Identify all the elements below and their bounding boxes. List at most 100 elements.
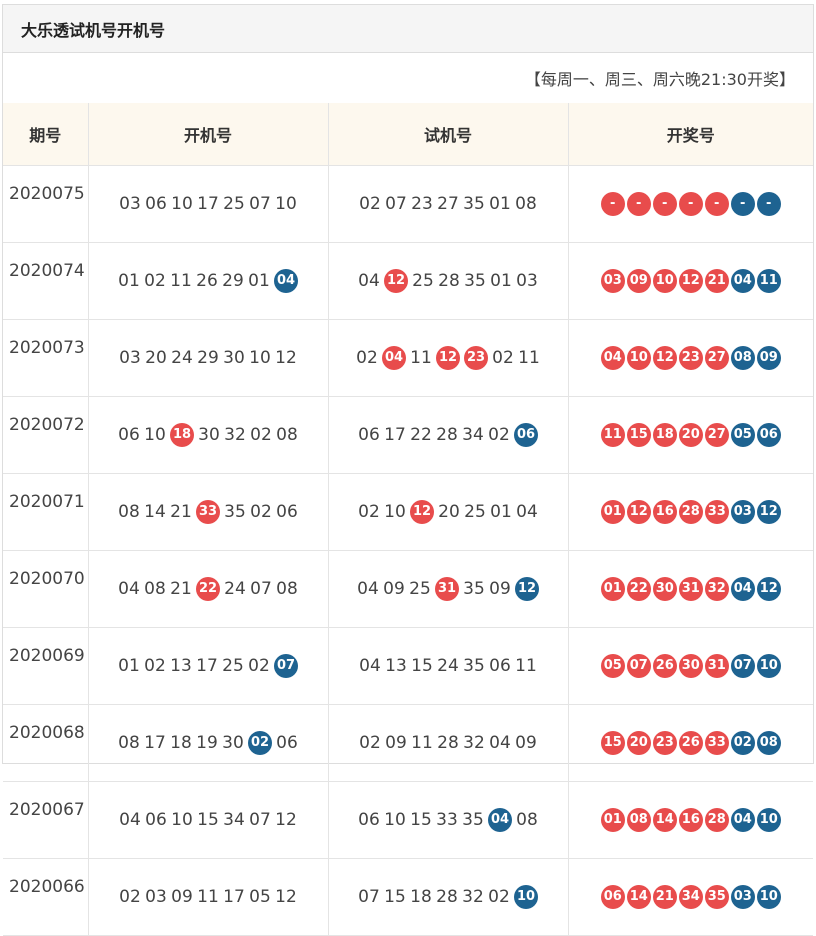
blue-ball: 02	[730, 731, 755, 755]
test-number-cell: 02 04 11 12 23 02 11	[328, 319, 569, 397]
number: 20	[438, 502, 460, 522]
red-ball: 21	[704, 269, 729, 293]
issue-number: 2020072	[3, 396, 89, 474]
number: 18	[410, 887, 432, 907]
number: 18	[170, 733, 192, 753]
red-ball: 32	[704, 577, 729, 601]
number: 34	[462, 425, 484, 445]
number: 07	[250, 579, 272, 599]
issue-number: 2020074	[3, 242, 89, 320]
number: 01	[248, 271, 270, 291]
open-number-cell: 04 06 10 15 34 07 12	[88, 781, 329, 859]
blue-ball: 12	[756, 500, 781, 524]
number: 06	[145, 194, 167, 214]
open-number-cell: 08 14 21 33 35 02 06	[88, 473, 329, 551]
draw-number-cell: 06 14 21 34 35 03 10	[568, 858, 813, 936]
red-ball: 16	[652, 500, 677, 524]
number: 11	[515, 656, 537, 676]
number: 09	[171, 887, 193, 907]
red-ball-highlight: 04	[382, 346, 406, 370]
number: 17	[384, 425, 406, 445]
number: 08	[276, 579, 298, 599]
red-ball: 21	[652, 885, 677, 909]
number: 25	[409, 579, 431, 599]
table-row: 2020072 06 10 18 30 32 02 08 06 17 22 28 34 02 06 11 15 1…	[3, 396, 813, 474]
number: 28	[438, 271, 460, 291]
blue-ball: 07	[730, 654, 755, 678]
blue-ball: 03	[730, 885, 755, 909]
column-header-draw-number: 开奖号	[568, 103, 813, 166]
number: 11	[518, 348, 540, 368]
red-ball: -	[600, 192, 625, 216]
results-table: 期号 开机号 试机号 开奖号 2020075 03 06 10 17 25 07 10 02 07…	[3, 103, 813, 936]
number: 08	[118, 502, 140, 522]
blue-ball: 10	[756, 885, 781, 909]
table-row: 2020071 08 14 21 33 35 02 06 02 10 12 20 25 01 04 01 12 1…	[3, 473, 813, 551]
red-ball: 31	[704, 654, 729, 678]
red-ball: 03	[600, 269, 625, 293]
number: 01	[490, 271, 512, 291]
lottery-panel: 大乐透试机号开机号 【每周一、周三、周六晚21:30开奖】 期号 开机号 试机号…	[2, 4, 814, 936]
number: 24	[171, 348, 193, 368]
red-ball: 28	[704, 808, 729, 832]
red-ball: 01	[600, 808, 625, 832]
issue-number: 2020069	[3, 627, 89, 705]
red-ball-highlight: 23	[464, 346, 488, 370]
red-ball: 11	[600, 423, 625, 447]
red-ball: 26	[652, 654, 677, 678]
red-ball: -	[678, 192, 703, 216]
number: 22	[410, 425, 432, 445]
open-number-cell: 01 02 13 17 25 02 07	[88, 627, 329, 705]
number: 28	[436, 425, 458, 445]
number: 25	[464, 502, 486, 522]
draw-number-cell: 01 12 16 28 33 03 12	[568, 473, 813, 551]
number: 10	[275, 194, 297, 214]
number: 15	[411, 656, 433, 676]
red-ball: 27	[704, 346, 729, 370]
draw-number-cell: -------	[568, 165, 813, 243]
draw-number-cell: 01 08 14 16 28 04 10	[568, 781, 813, 859]
number: 10	[384, 810, 406, 830]
blue-ball: 04	[730, 269, 755, 293]
number: 25	[222, 656, 244, 676]
blue-ball: 04	[730, 577, 755, 601]
number: 08	[276, 425, 298, 445]
number: 28	[437, 733, 459, 753]
number: 01	[490, 502, 512, 522]
number: 19	[196, 733, 218, 753]
blue-ball: 11	[756, 269, 781, 293]
red-ball: 01	[600, 500, 625, 524]
number: 01	[118, 271, 140, 291]
red-ball: 22	[626, 577, 651, 601]
blue-ball: 06	[756, 423, 781, 447]
blue-ball: 10	[756, 808, 781, 832]
number: 07	[249, 810, 271, 830]
number: 06	[276, 502, 298, 522]
red-ball: 16	[678, 808, 703, 832]
number: 07	[249, 194, 271, 214]
number: 03	[119, 348, 141, 368]
blue-ball: -	[756, 192, 781, 216]
number: 35	[224, 502, 246, 522]
draw-number-cell: 03 09 10 12 21 04 11	[568, 242, 813, 320]
blue-ball: 08	[756, 731, 781, 755]
blue-ball: 12	[756, 577, 781, 601]
number: 20	[145, 348, 167, 368]
red-ball-highlight: 22	[196, 577, 220, 601]
red-ball-highlight: 12	[436, 346, 460, 370]
number: 02	[248, 656, 270, 676]
red-ball: 31	[678, 577, 703, 601]
number: 21	[170, 502, 192, 522]
draw-number-cell: 01 22 30 31 32 04 12	[568, 550, 813, 628]
number: 10	[249, 348, 271, 368]
open-number-cell: 06 10 18 30 32 02 08	[88, 396, 329, 474]
test-number-cell: 06 17 22 28 34 02 06	[328, 396, 569, 474]
number: 01	[118, 656, 140, 676]
issue-number: 2020070	[3, 550, 89, 628]
number: 35	[464, 271, 486, 291]
red-ball: 10	[652, 269, 677, 293]
number: 10	[171, 810, 193, 830]
number: 11	[411, 733, 433, 753]
table-row: 2020067 04 06 10 15 34 07 12 06 10 15 33 35 04 08 01 08 1…	[3, 781, 813, 859]
number: 24	[437, 656, 459, 676]
